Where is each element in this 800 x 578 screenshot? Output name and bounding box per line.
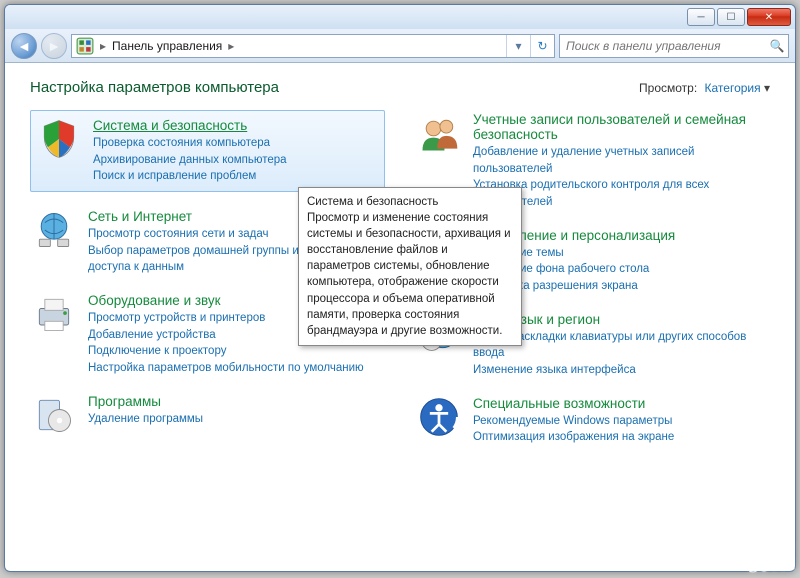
- task-link[interactable]: Изменение языка интерфейса: [473, 364, 636, 376]
- maximize-button[interactable]: ☐: [717, 8, 745, 26]
- users-icon: [415, 110, 463, 158]
- back-button[interactable]: ◄: [11, 33, 37, 59]
- search-box[interactable]: 🔍: [559, 34, 789, 58]
- search-input[interactable]: [560, 39, 766, 53]
- close-button[interactable]: ✕: [747, 8, 791, 26]
- task-link[interactable]: Поиск и исправление проблем: [93, 170, 256, 182]
- tooltip-body: Просмотр и изменение состояния системы и…: [307, 210, 513, 339]
- view-by-control[interactable]: Просмотр: Категория ▾: [639, 81, 770, 95]
- category-title[interactable]: Сеть и Интернет: [88, 209, 192, 224]
- content-area: Настройка параметров компьютера Просмотр…: [6, 63, 794, 570]
- address-dropdown-icon[interactable]: ▾: [506, 35, 530, 57]
- task-link[interactable]: Рекомендуемые Windows параметры: [473, 415, 672, 427]
- arrow-left-icon: ◄: [17, 38, 31, 54]
- chevron-icon: ▸: [226, 39, 236, 53]
- category-title[interactable]: Система и безопасность: [93, 118, 247, 133]
- breadcrumb-root[interactable]: Панель управления: [108, 39, 226, 53]
- search-icon[interactable]: 🔍: [766, 39, 788, 53]
- nav-bar: ◄ ► ▸ Панель управления ▸ ▾ ↻ 🔍: [5, 29, 795, 63]
- forward-button[interactable]: ►: [41, 33, 67, 59]
- tooltip-title: Система и безопасность: [307, 194, 513, 210]
- viewby-value: Категория: [705, 81, 761, 95]
- ease-of-access-icon: [415, 393, 463, 441]
- task-link[interactable]: Добавление устройства: [88, 329, 216, 341]
- viewby-label: Просмотр:: [639, 81, 697, 95]
- task-link[interactable]: Настройка параметров мобильности по умол…: [88, 362, 364, 374]
- disc-box-icon: [30, 391, 78, 439]
- control-panel-icon: [76, 37, 94, 55]
- task-link[interactable]: Проверка состояния компьютера: [93, 137, 270, 149]
- task-link[interactable]: Просмотр устройств и принтеров: [88, 312, 265, 324]
- task-link[interactable]: Удаление программы: [88, 413, 203, 425]
- arrow-right-icon: ►: [47, 38, 61, 54]
- globe-network-icon: [30, 206, 78, 254]
- category-title[interactable]: Программы: [88, 394, 161, 409]
- chevron-down-icon: ▾: [764, 81, 770, 95]
- task-link[interactable]: Архивирование данных компьютера: [93, 154, 287, 166]
- chevron-icon: ▸: [98, 39, 108, 53]
- address-bar[interactable]: ▸ Панель управления ▸ ▾ ↻: [71, 34, 555, 58]
- explorer-window: ─ ☐ ✕ ◄ ► ▸ Панель управления ▸ ▾ ↻ 🔍: [4, 4, 796, 572]
- task-link[interactable]: Подключение к проектору: [88, 345, 226, 357]
- task-link[interactable]: Добавление и удаление учетных записей по…: [473, 146, 694, 175]
- tooltip: Система и безопасность Просмотр и измене…: [298, 187, 522, 346]
- category-programs[interactable]: Программы Удаление программы: [30, 391, 385, 439]
- printer-icon: [30, 290, 78, 338]
- category-title[interactable]: Учетные записи пользователей и семейная …: [473, 112, 770, 142]
- task-link[interactable]: Оптимизация изображения на экране: [473, 431, 674, 443]
- shield-icon: [35, 115, 83, 163]
- category-ease-of-access[interactable]: Специальные возможности Рекомендуемые Wi…: [415, 393, 770, 446]
- task-link[interactable]: Просмотр состояния сети и задач: [88, 228, 268, 240]
- refresh-button[interactable]: ↻: [530, 35, 554, 57]
- category-system-security[interactable]: Система и безопасность Проверка состояни…: [30, 110, 385, 192]
- category-title[interactable]: Оборудование и звук: [88, 293, 221, 308]
- category-title[interactable]: Специальные возможности: [473, 396, 645, 411]
- titlebar: ─ ☐ ✕: [5, 5, 795, 29]
- minimize-button[interactable]: ─: [687, 8, 715, 26]
- page-title: Настройка параметров компьютера: [30, 79, 279, 96]
